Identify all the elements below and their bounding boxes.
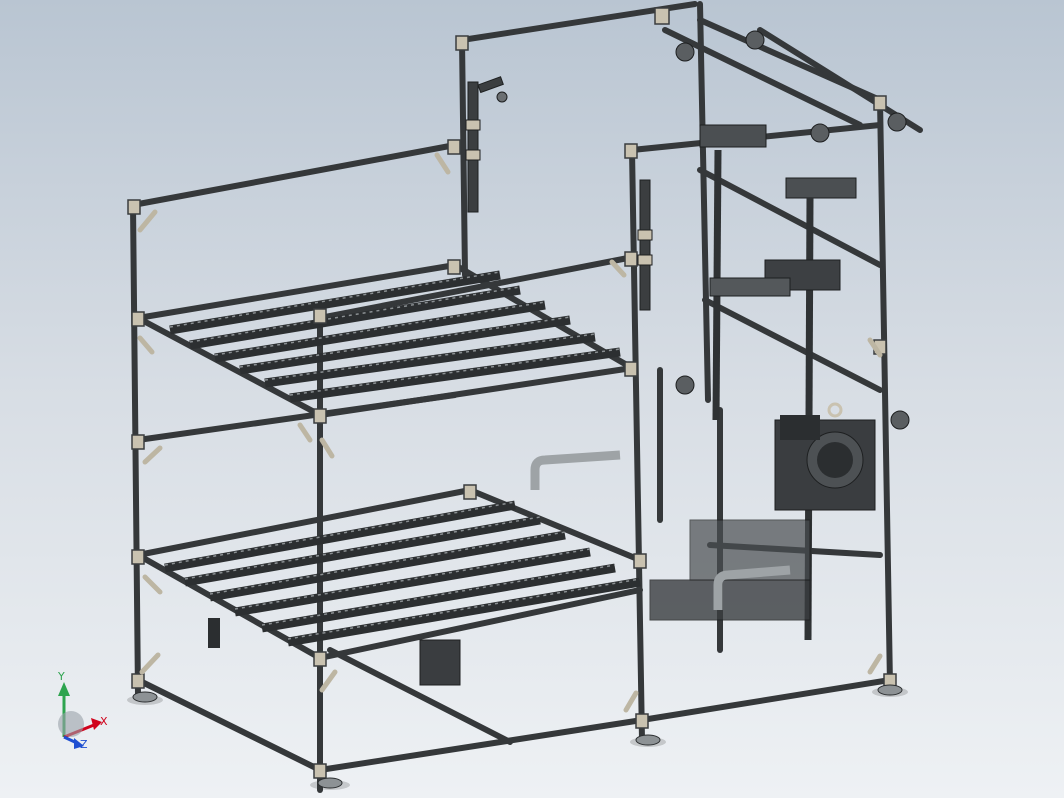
corner-braces [137,152,883,713]
joint-connectors [127,7,897,779]
triad-origin-icon [58,711,84,737]
orientation-triad: Y X Z [57,672,108,751]
y-arrow-icon [58,682,70,696]
assembly-model[interactable] [0,0,1064,798]
graphics-viewport[interactable]: Y X Z [0,0,1064,798]
triad-z-label: Z [80,738,88,751]
triad-y-label: Y [57,672,65,683]
frame-tubes [130,1,923,793]
lower-roller-tracks [164,500,641,647]
triad-x-label: X [100,715,108,728]
